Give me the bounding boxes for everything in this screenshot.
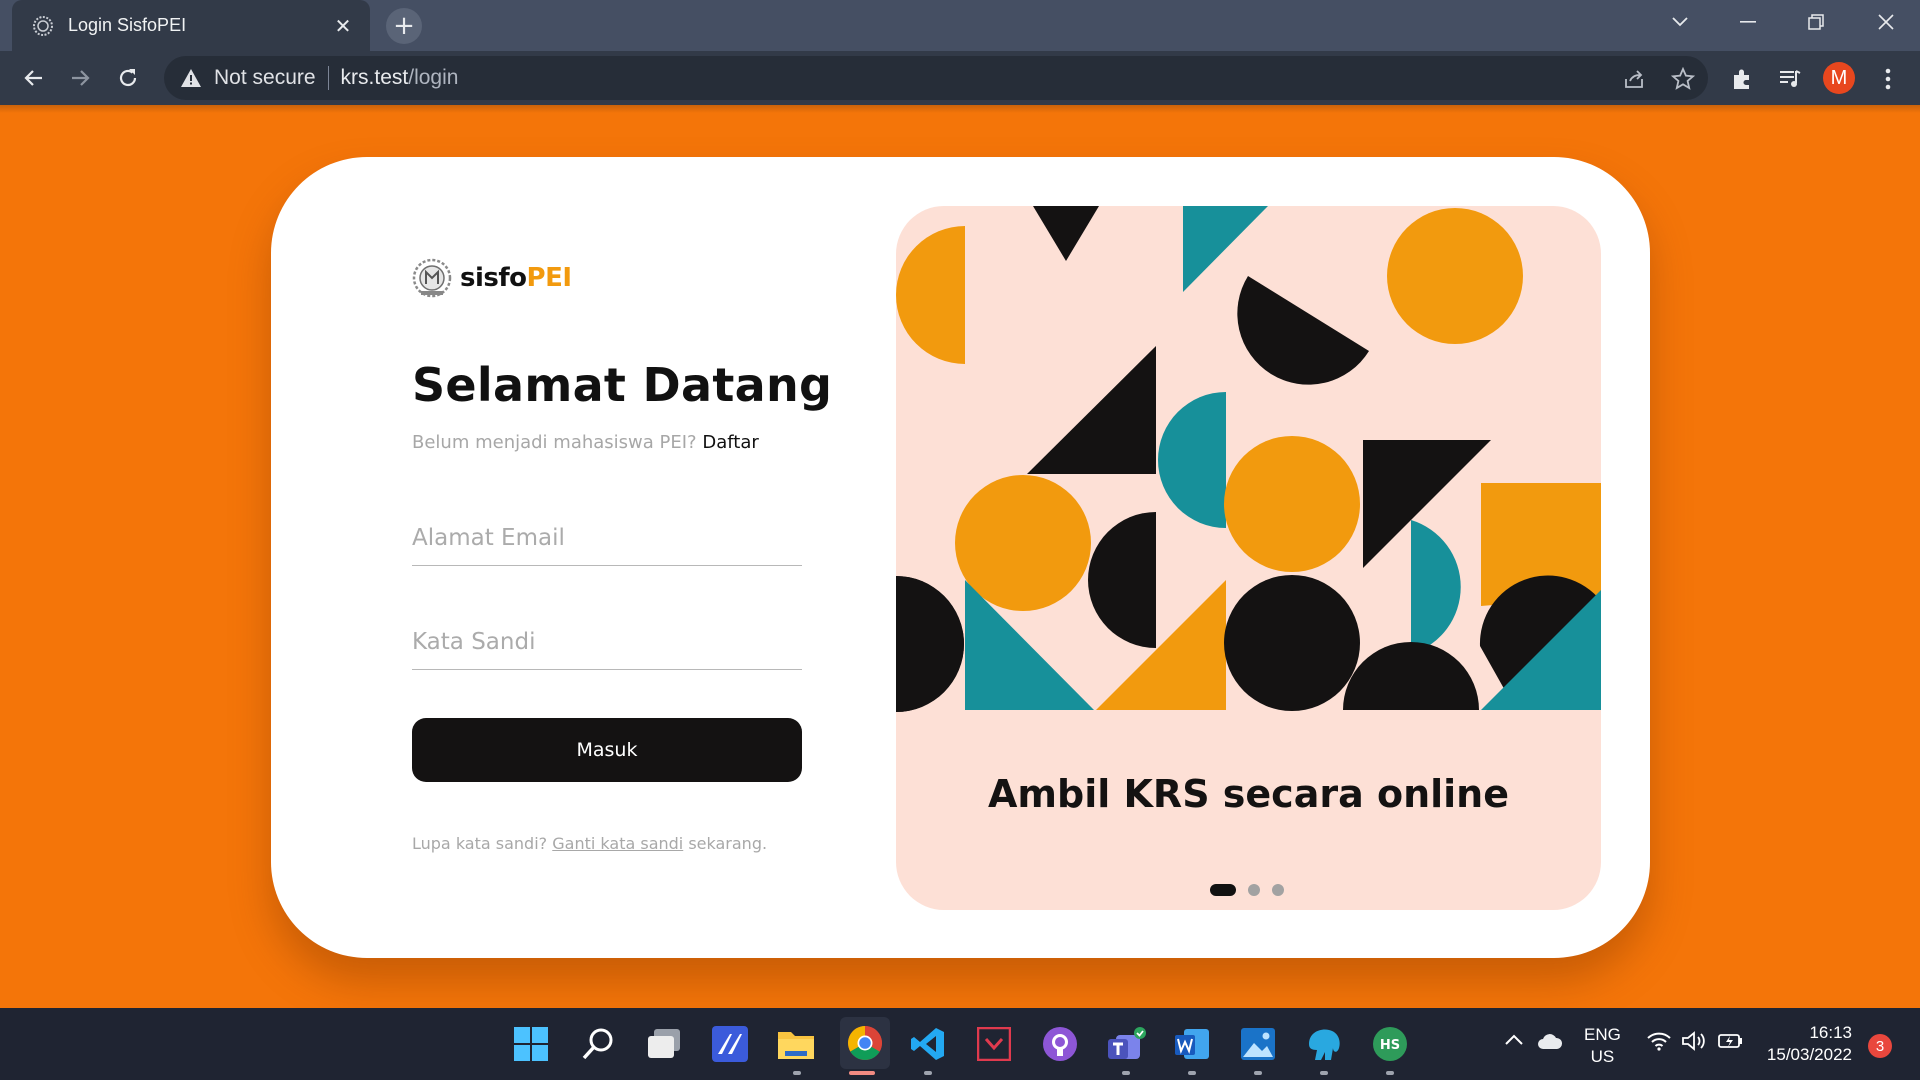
- volume-icon[interactable]: [1681, 1031, 1707, 1056]
- battery-charging-icon[interactable]: [1718, 1032, 1744, 1055]
- chrome-icon[interactable]: [840, 1017, 890, 1069]
- brand-logo: sisfo PEI: [412, 258, 572, 298]
- email-placeholder: Alamat Email: [412, 525, 565, 551]
- clock[interactable]: 16:13 15/03/2022: [1762, 1022, 1852, 1066]
- illustration-shape: [1387, 208, 1523, 344]
- url-path[interactable]: /login: [408, 66, 458, 90]
- signup-link[interactable]: Daftar: [702, 432, 758, 453]
- profile-avatar[interactable]: M: [1823, 62, 1855, 94]
- illustration-shape: [1411, 520, 1461, 654]
- illustration-shape: [1343, 642, 1479, 710]
- vscode-icon[interactable]: [906, 1022, 950, 1066]
- carousel-dot-3[interactable]: [1272, 884, 1284, 896]
- running-indicator: [1320, 1071, 1328, 1075]
- running-indicator: [1188, 1071, 1196, 1075]
- security-label[interactable]: Not secure: [214, 66, 316, 90]
- brand-name-sisfo: sisfo: [460, 263, 527, 293]
- tab-search-icon[interactable]: [1650, 0, 1710, 44]
- close-window-icon[interactable]: [1856, 0, 1916, 44]
- signup-prompt: Belum menjadi mahasiswa PEI?: [412, 432, 697, 453]
- back-arrow-icon[interactable]: [16, 60, 52, 96]
- illustration-shape: [1224, 575, 1360, 711]
- forgot-password-line: Lupa kata sandi? Ganti kata sandi sekara…: [412, 834, 767, 853]
- running-indicator: [793, 1071, 801, 1075]
- share-icon[interactable]: [1619, 64, 1649, 94]
- reset-password-link[interactable]: Ganti kata sandi: [552, 834, 683, 853]
- carousel-dot-1[interactable]: [1210, 884, 1236, 896]
- illustration-shape: [1033, 206, 1099, 261]
- illustration-shape: [1158, 392, 1226, 528]
- illustration-shape: [896, 576, 964, 712]
- running-indicator-active: [849, 1071, 875, 1075]
- github-icon[interactable]: [1038, 1022, 1082, 1066]
- tray-overflow-chevron-icon[interactable]: [1504, 1032, 1524, 1052]
- forgot-suffix: sekarang.: [688, 834, 768, 853]
- tab-title: Login SisfoPEI: [68, 15, 187, 35]
- running-indicator: [1254, 1071, 1262, 1075]
- carousel-dots: [1210, 884, 1296, 896]
- notification-badge[interactable]: 3: [1868, 1034, 1892, 1058]
- onedrive-cloud-icon[interactable]: [1537, 1034, 1563, 1055]
- teams-icon[interactable]: [1104, 1022, 1148, 1066]
- warning-icon[interactable]: [180, 67, 202, 89]
- restore-icon[interactable]: [1786, 0, 1846, 44]
- university-seal-icon: [412, 258, 452, 298]
- media-queue-icon[interactable]: [1775, 64, 1805, 94]
- svg-text:HS: HS: [1380, 1038, 1400, 1053]
- photos-icon[interactable]: [1236, 1022, 1280, 1066]
- address-bar[interactable]: Not secure krs.test/login: [164, 56, 1708, 100]
- sisfo-favicon-icon: [33, 15, 53, 36]
- running-indicator: [1386, 1071, 1394, 1075]
- taskbar: [0, 1008, 1920, 1080]
- running-indicator: [1122, 1071, 1130, 1075]
- code-tool-icon[interactable]: [972, 1022, 1016, 1066]
- reload-icon[interactable]: [110, 60, 146, 96]
- illustration-shape: [1183, 206, 1268, 292]
- file-explorer-icon[interactable]: [774, 1022, 818, 1066]
- login-button[interactable]: Masuk: [412, 718, 802, 782]
- password-field[interactable]: Kata Sandi: [412, 629, 802, 670]
- illustration-shape: [1237, 276, 1369, 385]
- bookmark-star-icon[interactable]: [1668, 64, 1698, 94]
- extensions-icon[interactable]: [1727, 64, 1757, 94]
- more-menu-icon[interactable]: [1873, 64, 1903, 94]
- brand-name-pei: PEI: [526, 263, 573, 293]
- signup-prompt-line: Belum menjadi mahasiswa PEI? Daftar: [412, 432, 759, 453]
- search-icon[interactable]: [576, 1022, 620, 1066]
- omnibox-divider: [327, 66, 329, 90]
- start-icon[interactable]: [509, 1022, 553, 1066]
- forgot-prompt: Lupa kata sandi?: [412, 834, 548, 853]
- db-tool-icon[interactable]: [1302, 1022, 1346, 1066]
- running-indicator: [924, 1071, 932, 1075]
- slide-caption: Ambil KRS secara online: [988, 772, 1509, 816]
- browser-tab-active[interactable]: Login SisfoPEI ✕: [12, 0, 370, 51]
- word-icon[interactable]: [1170, 1022, 1214, 1066]
- dev-app-icon[interactable]: [708, 1022, 752, 1066]
- minimize-icon[interactable]: [1718, 0, 1778, 44]
- email-field[interactable]: Alamat Email: [412, 525, 802, 566]
- language-code: ENG: [1584, 1025, 1621, 1044]
- illustration-shape: [1224, 436, 1360, 572]
- input-language[interactable]: ENG US: [1584, 1024, 1621, 1068]
- url-host[interactable]: krs.test: [341, 66, 409, 90]
- region-code: US: [1590, 1047, 1615, 1066]
- clock-time: 16:13: [1809, 1023, 1852, 1042]
- clock-date: 15/03/2022: [1766, 1045, 1852, 1064]
- password-placeholder: Kata Sandi: [412, 629, 536, 655]
- toolbar-shadow: [0, 105, 1920, 113]
- hs-app-icon[interactable]: HS: [1368, 1022, 1412, 1066]
- task-view-icon[interactable]: [642, 1022, 686, 1066]
- illustration-shape: [1027, 346, 1156, 474]
- forward-arrow-icon[interactable]: [62, 60, 98, 96]
- illustration-shape: [1088, 512, 1156, 648]
- new-tab-button[interactable]: +: [386, 8, 422, 44]
- wifi-icon[interactable]: [1647, 1031, 1671, 1056]
- carousel-dot-2[interactable]: [1248, 884, 1260, 896]
- page-title: Selamat Datang: [412, 358, 833, 412]
- tab-close-icon[interactable]: ✕: [332, 14, 354, 38]
- tab-strip: Login SisfoPEI ✕ +: [0, 0, 1920, 51]
- illustration-shape: [896, 226, 965, 364]
- browser-toolbar: Not secure krs.test/login: [0, 51, 1920, 105]
